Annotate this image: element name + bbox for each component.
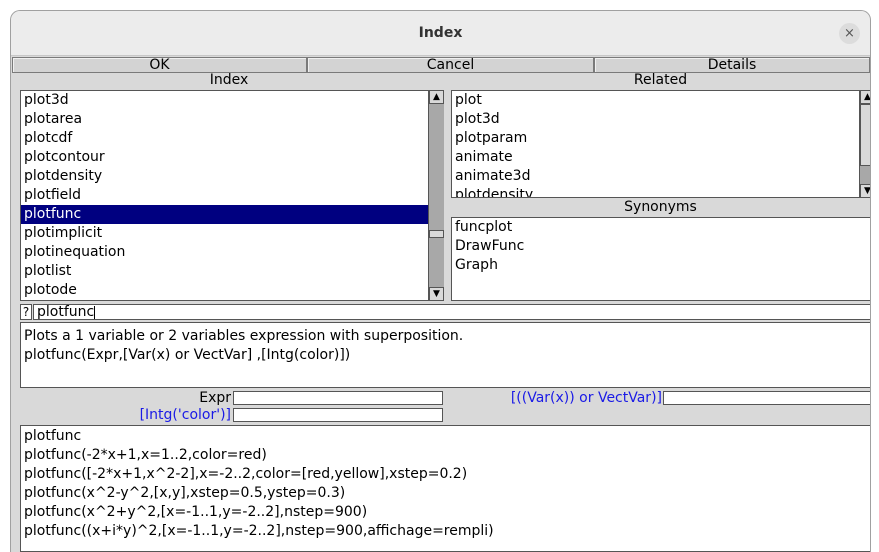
index-list-item[interactable]: plotfield bbox=[21, 186, 428, 205]
scroll-up-icon[interactable]: ▲ bbox=[860, 90, 870, 104]
index-list-item[interactable]: plotinequation bbox=[21, 243, 428, 262]
example-line[interactable]: plotfunc(-2*x+1,x=1..2,color=red) bbox=[24, 446, 870, 465]
related-list-item[interactable]: plotdensity bbox=[452, 186, 859, 197]
related-list[interactable]: plot plot3d plotparam animate animate3d plotd… bbox=[451, 90, 860, 198]
synonyms-list[interactable]: funcplot DrawFunc Graph bbox=[451, 217, 870, 301]
window-title: Index bbox=[418, 25, 463, 41]
help-icon[interactable]: ? bbox=[20, 304, 32, 320]
color-field[interactable] bbox=[233, 408, 443, 422]
description-line: Plots a 1 variable or 2 variables expres… bbox=[24, 328, 464, 344]
related-header: Related bbox=[633, 72, 688, 88]
index-list-item[interactable]: plotdensity bbox=[21, 167, 428, 186]
related-list-item[interactable]: animate3d bbox=[452, 167, 859, 186]
title-bar: Index × bbox=[11, 11, 870, 56]
related-list-item[interactable]: plotparam bbox=[452, 129, 859, 148]
related-scrollbar[interactable]: ▲ ▼ bbox=[860, 90, 870, 198]
index-list-item[interactable]: plotode bbox=[21, 281, 428, 300]
scroll-thumb[interactable] bbox=[429, 230, 444, 238]
index-scrollbar[interactable]: ▲ ▼ bbox=[429, 90, 444, 301]
color-label: [Intg('color')] bbox=[139, 407, 231, 423]
related-list-item[interactable]: plot bbox=[452, 91, 859, 110]
cancel-button[interactable]: Cancel bbox=[307, 57, 594, 73]
index-list-item[interactable]: plotimplicit bbox=[21, 224, 428, 243]
search-input[interactable]: plotfunc bbox=[33, 304, 870, 320]
description-line: plotfunc(Expr,[Var(x) or VectVar] ,[Intg… bbox=[24, 347, 351, 363]
example-line[interactable]: plotfunc([-2*x+1,x^2-2],x=-2..2,color=[r… bbox=[24, 465, 870, 484]
search-value: plotfunc bbox=[37, 304, 95, 320]
description-box: Plots a 1 variable or 2 variables expres… bbox=[20, 322, 870, 388]
index-dialog: Index × OK Cancel Details Index Related … bbox=[10, 10, 871, 552]
scroll-down-icon[interactable]: ▼ bbox=[429, 287, 444, 301]
details-button[interactable]: Details bbox=[594, 57, 870, 73]
example-line[interactable]: plotfunc(x^2-y^2,[x,y],xstep=0.5,ystep=0… bbox=[24, 484, 870, 503]
text-cursor bbox=[94, 305, 96, 319]
synonyms-header: Synonyms bbox=[624, 199, 697, 215]
index-list-item[interactable]: plot3d bbox=[21, 91, 428, 110]
close-icon[interactable]: × bbox=[839, 23, 860, 44]
index-list[interactable]: plot3d plotarea plotcdf plotcontour plotdens… bbox=[20, 90, 429, 301]
index-list-item[interactable]: plotarea bbox=[21, 110, 428, 129]
expr-field[interactable] bbox=[233, 391, 443, 405]
var-field[interactable] bbox=[663, 391, 870, 405]
scroll-thumb[interactable] bbox=[860, 104, 870, 166]
index-list-item[interactable]: plotfunc bbox=[21, 205, 428, 224]
index-list-item[interactable]: plotlist bbox=[21, 262, 428, 281]
var-label: [((Var(x)) or VectVar)] bbox=[510, 390, 662, 406]
expr-label: Expr bbox=[199, 390, 231, 406]
example-line[interactable]: plotfunc((x+i*y)^2,[x=-1..1,y=-2..2],nst… bbox=[24, 522, 870, 541]
example-line[interactable]: plotfunc(x^2+y^2,[x=-1..1,y=-2..2],nstep… bbox=[24, 503, 870, 522]
related-list-item[interactable]: plot3d bbox=[452, 110, 859, 129]
index-list-item[interactable]: plotcontour bbox=[21, 148, 428, 167]
synonym-list-item[interactable]: Graph bbox=[452, 256, 870, 275]
related-list-item[interactable]: animate bbox=[452, 148, 859, 167]
examples-box[interactable]: plotfunc plotfunc(-2*x+1,x=1..2,color=red… bbox=[20, 425, 870, 552]
scroll-down-icon[interactable]: ▼ bbox=[860, 184, 870, 198]
example-line[interactable]: plotfunc bbox=[24, 427, 870, 446]
index-list-item[interactable]: plotcdf bbox=[21, 129, 428, 148]
synonym-list-item[interactable]: funcplot bbox=[452, 218, 870, 237]
synonym-list-item[interactable]: DrawFunc bbox=[452, 237, 870, 256]
ok-button[interactable]: OK bbox=[12, 57, 307, 73]
scroll-up-icon[interactable]: ▲ bbox=[429, 90, 444, 104]
index-header: Index bbox=[209, 72, 249, 88]
